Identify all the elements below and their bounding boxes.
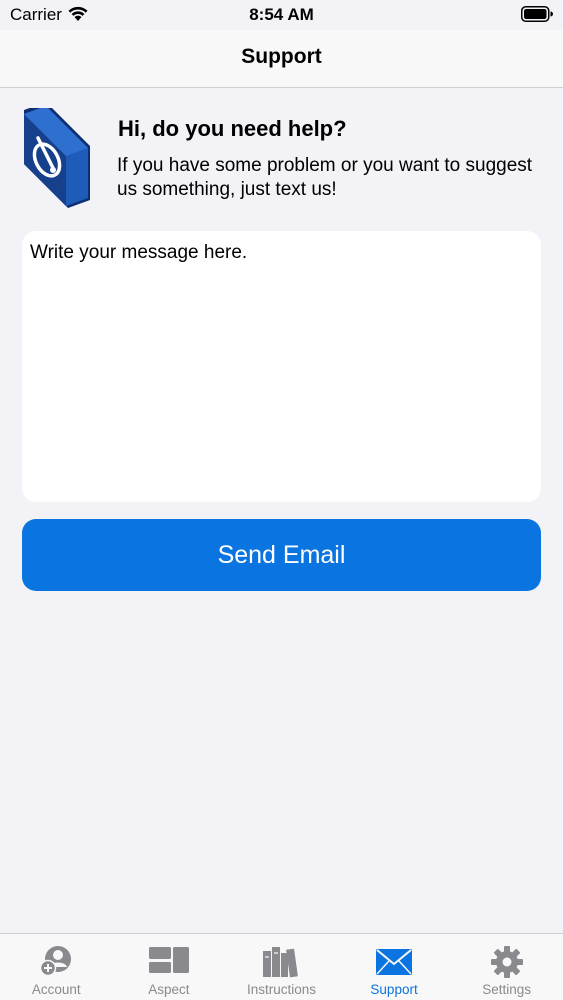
tab-aspect[interactable]: Aspect — [113, 934, 226, 1000]
support-app-icon — [24, 108, 90, 208]
tab-settings[interactable]: Settings — [450, 934, 563, 1000]
support-screen: Carrier 8:54 AM Support Hi, do you need … — [0, 0, 563, 1000]
battery-icon — [521, 6, 553, 22]
tab-account-label: Account — [31, 982, 81, 997]
envelope-icon — [376, 949, 413, 975]
tab-instructions[interactable]: Instructions — [225, 934, 338, 1000]
tab-settings-label: Settings — [482, 982, 532, 997]
tab-account[interactable]: Account — [0, 934, 113, 1000]
account-icon — [40, 946, 72, 977]
help-heading: Hi, do you need help? — [118, 116, 347, 141]
send-email-button[interactable]: Send Email — [22, 519, 541, 591]
message-textarea[interactable] — [22, 231, 541, 502]
tab-support-label: Support — [370, 982, 418, 997]
help-description: If you have some problem or you want to … — [117, 155, 533, 200]
tab-support[interactable]: Support — [338, 934, 451, 1000]
tab-bar: Account Aspect Instructions Support Sett… — [0, 933, 563, 1000]
tab-aspect-label: Aspect — [148, 982, 190, 997]
navigation-bar: Support — [0, 30, 563, 88]
aspect-icon — [148, 947, 189, 973]
tab-instructions-label: Instructions — [246, 982, 316, 997]
status-time: 8:54 AM — [249, 5, 314, 24]
status-bar: Carrier 8:54 AM — [0, 0, 563, 30]
books-icon — [263, 947, 299, 978]
gear-icon — [490, 946, 523, 978]
page-title: Support — [241, 45, 322, 68]
